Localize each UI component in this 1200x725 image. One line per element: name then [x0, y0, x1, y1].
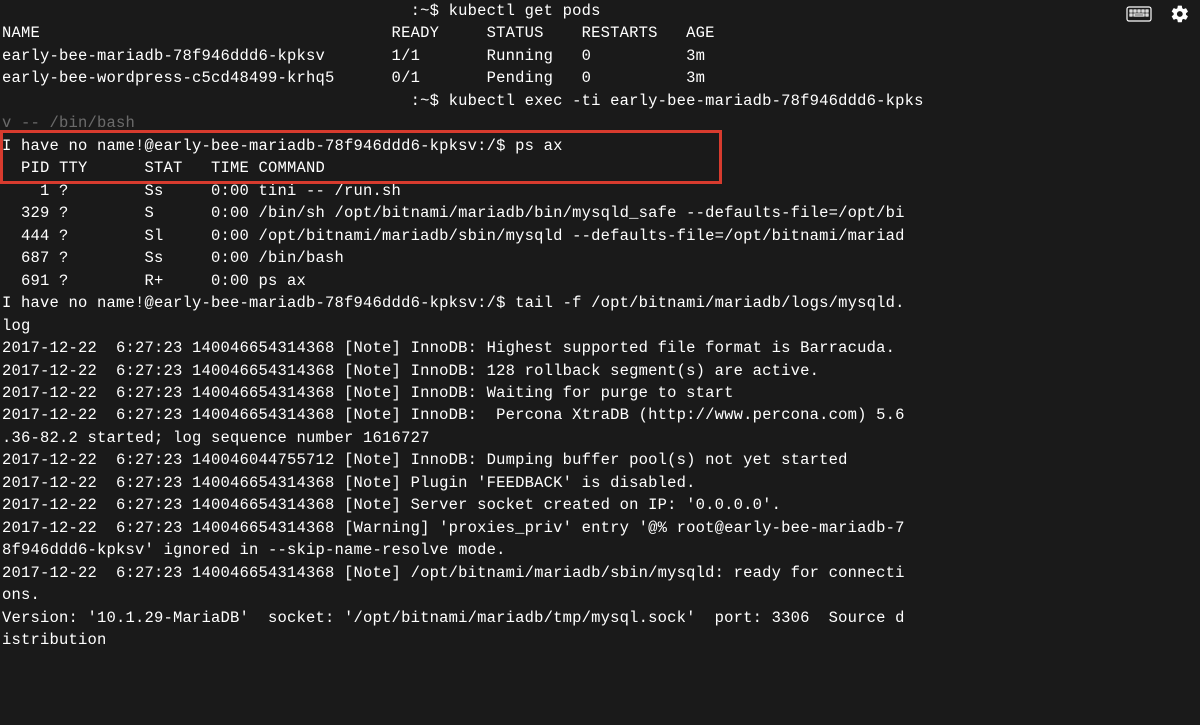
- terminal-output[interactable]: :~$ kubectl get pods NAME READY STATUS R…: [0, 0, 1200, 652]
- log-line: ons.: [2, 584, 1198, 606]
- ps-prompt: I have no name!@early-bee-mariadb-78f946…: [2, 135, 1198, 157]
- log-line: Version: '10.1.29-MariaDB' socket: '/opt…: [2, 607, 1198, 629]
- log-line: 2017-12-22 6:27:23 140046654314368 [Warn…: [2, 517, 1198, 539]
- log-line: 8f946ddd6-kpksv' ignored in --skip-name-…: [2, 539, 1198, 561]
- ps-row: 329 ? S 0:00 /bin/sh /opt/bitnami/mariad…: [2, 202, 1198, 224]
- log-line: 2017-12-22 6:27:23 140046654314368 [Note…: [2, 360, 1198, 382]
- log-line: 2017-12-22 6:27:23 140046654314368 [Note…: [2, 404, 1198, 426]
- log-line: istribution: [2, 629, 1198, 651]
- log-line: .36-82.2 started; log sequence number 16…: [2, 427, 1198, 449]
- log-line: 2017-12-22 6:27:23 140046654314368 [Note…: [2, 562, 1198, 584]
- ps-row: 687 ? Ss 0:00 /bin/bash: [2, 247, 1198, 269]
- ps-row: 1 ? Ss 0:00 tini -- /run.sh: [2, 180, 1198, 202]
- log-line: 2017-12-22 6:27:23 140046044755712 [Note…: [2, 449, 1198, 471]
- keyboard-icon[interactable]: [1126, 6, 1152, 29]
- pods-row: early-bee-wordpress-c5cd48499-krhq5 0/1 …: [2, 67, 1198, 89]
- tail-prompt: I have no name!@early-bee-mariadb-78f946…: [2, 292, 1198, 314]
- line-prompt2: :~$ kubectl exec -ti early-bee-mariadb-7…: [2, 90, 1198, 112]
- tail-prompt2: log: [2, 315, 1198, 337]
- log-line: 2017-12-22 6:27:23 140046654314368 [Note…: [2, 337, 1198, 359]
- bash-frag: v -- /bin/bash: [2, 112, 1198, 134]
- line-prompt1: :~$ kubectl get pods: [2, 0, 1198, 22]
- log-line: 2017-12-22 6:27:23 140046654314368 [Note…: [2, 472, 1198, 494]
- ps-row: 444 ? Sl 0:00 /opt/bitnami/mariadb/sbin/…: [2, 225, 1198, 247]
- gear-icon[interactable]: [1170, 4, 1190, 31]
- ps-header: PID TTY STAT TIME COMMAND: [2, 157, 1198, 179]
- log-line: 2017-12-22 6:27:23 140046654314368 [Note…: [2, 382, 1198, 404]
- cloud-shell-toolbar: [1126, 4, 1190, 31]
- log-line: 2017-12-22 6:27:23 140046654314368 [Note…: [2, 494, 1198, 516]
- pods-header: NAME READY STATUS RESTARTS AGE: [2, 22, 1198, 44]
- terminal-window: :~$ kubectl get pods NAME READY STATUS R…: [0, 0, 1200, 725]
- pods-row: early-bee-mariadb-78f946ddd6-kpksv 1/1 R…: [2, 45, 1198, 67]
- ps-row: 691 ? R+ 0:00 ps ax: [2, 270, 1198, 292]
